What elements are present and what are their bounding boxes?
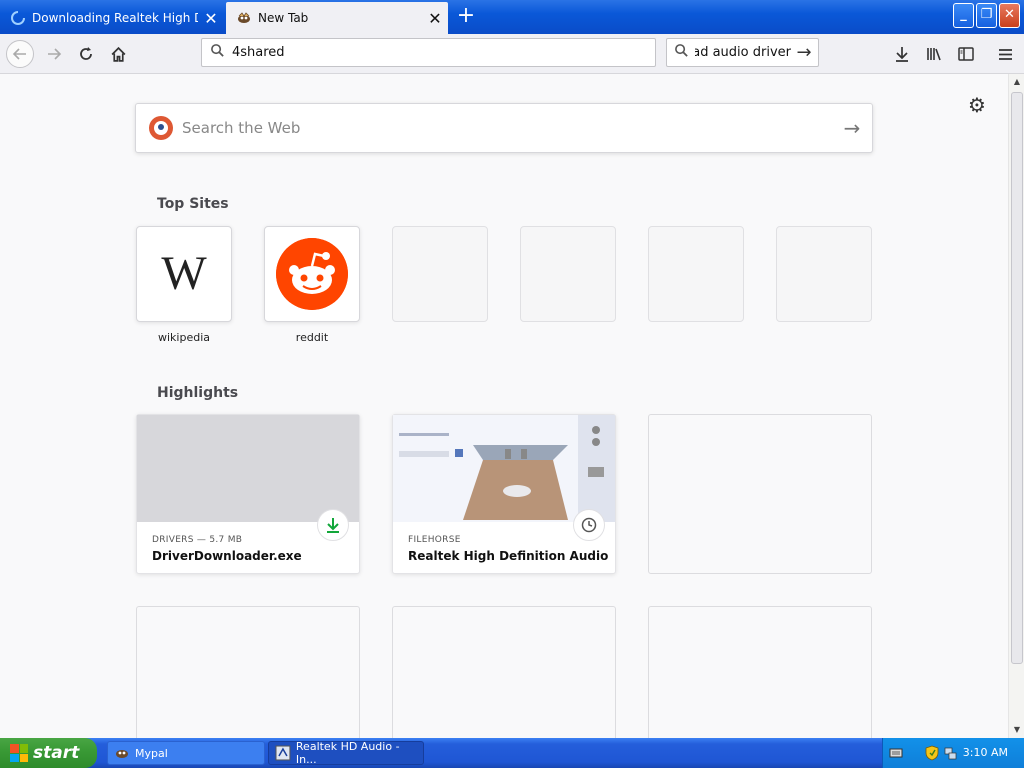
tab-strip: Downloading Realtek High Definitio ✕ New… [0, 0, 1024, 34]
window-controls: _ ❐ ✕ [953, 3, 1020, 28]
tab-downloading[interactable]: Downloading Realtek High Definitio ✕ [0, 2, 224, 34]
taskbar-item-label: Realtek HD Audio - In... [295, 740, 400, 766]
search-arrow-icon[interactable]: → [832, 116, 872, 140]
highlight-title: DriverDownloader.exe [152, 549, 302, 563]
reload-icon [80, 47, 92, 60]
shield-icon[interactable] [925, 745, 939, 761]
vertical-scrollbar[interactable]: ▲ ▼ [1008, 74, 1024, 738]
start-label: start [33, 743, 80, 763]
url-bar[interactable]: 4shared [201, 38, 656, 67]
taskbar-item-realtek[interactable]: Realtek HD Audio - In... [268, 740, 424, 766]
realtek-icon [275, 745, 291, 761]
tab-title: Downloading Realtek High Definitio [32, 11, 198, 25]
highlight-thumbnail [393, 415, 615, 522]
system-tray: 3:10 AM [882, 738, 1024, 768]
close-tab-icon[interactable]: ✕ [422, 9, 448, 28]
close-window-button[interactable]: ✕ [999, 3, 1020, 28]
scrollbar-thumb[interactable] [1011, 92, 1023, 664]
back-arrow-icon [12, 48, 26, 60]
top-site-label: reddit [295, 331, 329, 344]
tab-title: New Tab [258, 11, 309, 25]
navigation-toolbar: 4shared download audio driver → [0, 34, 1024, 74]
highlight-meta: DRIVERS — 5.7 MB [152, 535, 243, 545]
top-site-reddit[interactable] [264, 226, 360, 322]
search-value: download audio driver [695, 45, 791, 60]
highlight-card-empty [392, 606, 616, 738]
top-site-empty[interactable] [392, 226, 488, 322]
hamburger-menu-icon [998, 48, 1012, 60]
taskbar: start Mypal Realtek HD Audio - In... 3:1… [0, 738, 1024, 768]
top-site-label: wikipedia [157, 331, 210, 344]
duckduckgo-icon [149, 116, 173, 140]
web-search-placeholder: Search the Web [182, 119, 301, 137]
tab-new-tab[interactable]: New Tab ✕ [226, 2, 448, 34]
taskbar-item-mypal[interactable]: Mypal [107, 741, 265, 765]
minimize-button[interactable]: _ [953, 3, 974, 28]
mypal-icon [238, 12, 250, 23]
windows-flag-icon [10, 744, 28, 762]
library-icon [926, 48, 941, 61]
highlight-card-empty [648, 606, 872, 738]
highlights-heading: Highlights [157, 385, 239, 401]
home-icon [111, 46, 125, 62]
clock-icon [573, 509, 605, 541]
library-button[interactable] [922, 42, 946, 66]
search-go-arrow-icon[interactable]: → [791, 42, 817, 63]
keyboard-icon[interactable] [889, 746, 903, 759]
search-icon [667, 43, 695, 62]
restore-button[interactable]: ❐ [976, 3, 997, 28]
scroll-up-arrow-icon[interactable]: ▲ [1010, 74, 1024, 90]
taskbar-clock: 3:10 AM [962, 746, 1008, 759]
top-site-empty[interactable] [648, 226, 744, 322]
sidebar-button[interactable] [954, 42, 978, 66]
wikipedia-logo-icon: W [161, 247, 207, 300]
highlight-thumbnail [137, 415, 359, 522]
mypal-icon [116, 750, 128, 758]
sidebar-icon [958, 47, 974, 61]
top-site-empty[interactable] [520, 226, 616, 322]
url-value: 4shared [232, 45, 285, 60]
search-icon [202, 43, 232, 62]
loading-icon [11, 11, 25, 25]
scroll-down-arrow-icon[interactable]: ▼ [1010, 722, 1024, 738]
download-icon [317, 509, 349, 541]
home-button[interactable] [104, 40, 132, 68]
close-tab-icon[interactable]: ✕ [198, 9, 224, 28]
gear-icon[interactable]: ⚙ [966, 94, 988, 116]
new-tab-page: ⚙ Search the Web → Top Sites W wikipedia… [0, 74, 1008, 738]
top-site-empty[interactable] [776, 226, 872, 322]
forward-button[interactable] [40, 40, 68, 68]
download-icon [896, 47, 908, 62]
network-icon[interactable] [943, 745, 957, 761]
highlight-meta: FILEHORSE [408, 535, 461, 545]
search-bar[interactable]: download audio driver → [666, 38, 819, 67]
taskbar-item-label: Mypal [135, 746, 168, 760]
back-button[interactable] [6, 40, 34, 68]
top-sites-heading: Top Sites [157, 196, 229, 212]
new-tab-button[interactable]: + [452, 4, 480, 30]
highlight-title: Realtek High Definition Audio (3… [408, 549, 608, 563]
highlight-card-realtek[interactable]: FILEHORSE Realtek High Definition Audio … [392, 414, 616, 574]
highlight-card-driverdownloader[interactable]: DRIVERS — 5.7 MB DriverDownloader.exe [136, 414, 360, 574]
downloads-button[interactable] [890, 42, 914, 66]
reddit-logo-icon [276, 238, 348, 310]
web-search-box[interactable]: Search the Web → [135, 103, 873, 153]
top-site-wikipedia[interactable]: W [136, 226, 232, 322]
reload-button[interactable] [72, 40, 100, 68]
start-button[interactable]: start [0, 738, 97, 768]
highlight-card-empty [136, 606, 360, 738]
highlight-card-empty [648, 414, 872, 574]
menu-button[interactable] [993, 42, 1017, 66]
forward-arrow-icon [48, 48, 62, 60]
